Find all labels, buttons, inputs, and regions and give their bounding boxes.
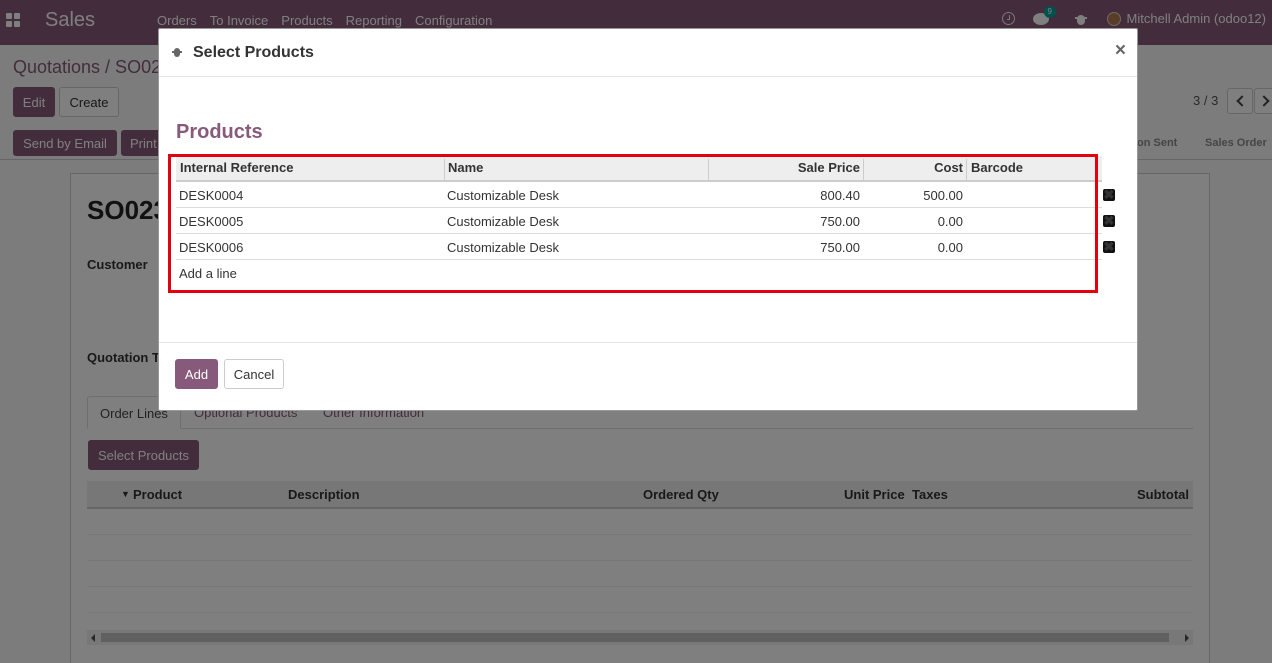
cancel-button[interactable]: Cancel <box>224 359 284 389</box>
debug-bug-icon[interactable] <box>172 46 182 58</box>
delete-row-icon[interactable]: ✖ <box>1103 240 1115 253</box>
highlight-box <box>168 154 1098 293</box>
dialog-title: Select Products <box>193 44 314 61</box>
products-section-title: Products <box>176 121 263 143</box>
delete-row-icon[interactable]: ✖ <box>1103 188 1115 201</box>
delete-row-icon[interactable]: ✖ <box>1103 214 1115 227</box>
dialog-footer: Add Cancel <box>159 342 1137 412</box>
close-icon[interactable]: × <box>1115 41 1126 60</box>
select-products-dialog: Select Products × Products Internal Refe… <box>158 28 1138 411</box>
dialog-header: Select Products × <box>159 29 1137 77</box>
add-button[interactable]: Add <box>175 359 218 389</box>
